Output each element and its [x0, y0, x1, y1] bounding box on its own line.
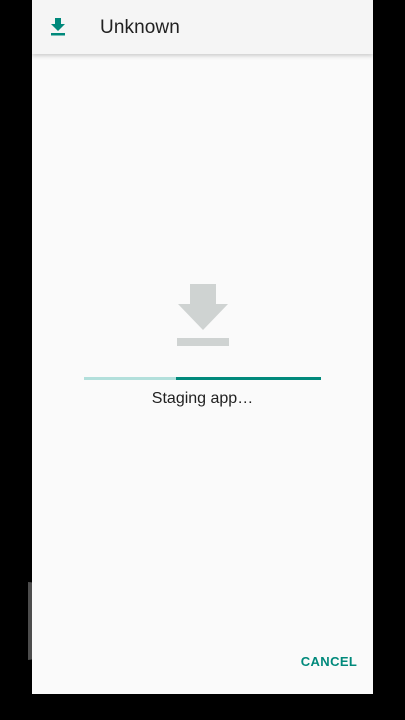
download-icon [177, 284, 229, 346]
app-bar: Unknown [32, 0, 373, 54]
app-title: Unknown [100, 17, 180, 38]
progress-fill [176, 377, 321, 380]
progress-bar [84, 377, 321, 380]
status-text: Staging app… [151, 390, 254, 407]
cancel-button[interactable]: CANCEL [294, 648, 364, 676]
download-icon [50, 18, 66, 36]
installer-screen: Unknown Staging app… CANCEL [32, 0, 373, 694]
